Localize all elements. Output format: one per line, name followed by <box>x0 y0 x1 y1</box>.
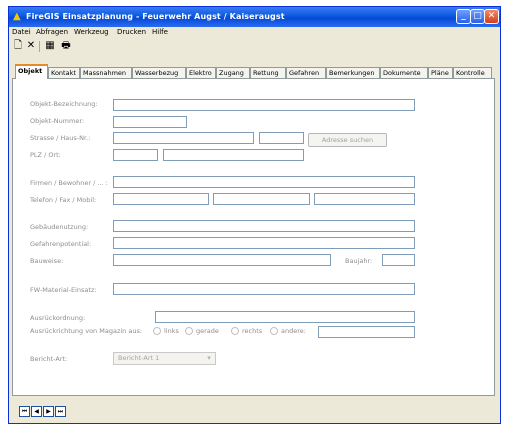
last-record-button[interactable]: ⏭ <box>55 406 66 417</box>
bauweise-input[interactable] <box>113 254 331 266</box>
strasse-input[interactable] <box>113 132 254 144</box>
label-ausrueckrichtung: Ausrückrichtung von Magazin aus: <box>30 327 143 335</box>
tab-kontakt[interactable]: Kontakt <box>48 67 80 78</box>
label-strasse: Strasse / Haus-Nr.: <box>30 134 91 142</box>
plz-input[interactable] <box>113 149 158 161</box>
fw-material-input[interactable] <box>113 283 415 295</box>
radio-rechts[interactable] <box>231 327 239 335</box>
label-ausrueckordnung: Ausrückordnung: <box>30 314 86 322</box>
radio-andere-label: andere: <box>281 327 306 335</box>
label-telefon: Telefon / Fax / Mobil: <box>30 196 97 204</box>
label-objekt-bezeichnung: Objekt-Bezeichnung: <box>30 100 98 108</box>
minimize-button[interactable]: _ <box>456 9 471 24</box>
radio-links-label: links <box>164 327 179 335</box>
label-gebaeudenutzung: Gebäudenutzung: <box>30 223 89 231</box>
app-flame-icon: ▲ <box>13 11 21 22</box>
bericht-art-value: Bericht-Art 1 <box>118 354 160 362</box>
toolbar-separator <box>39 41 40 52</box>
next-record-button[interactable]: ▶ <box>43 406 54 417</box>
adresse-suchen-button[interactable]: Adresse suchen <box>308 133 387 147</box>
mobil-input[interactable] <box>314 193 415 205</box>
label-bauweise: Bauweise: <box>30 257 64 265</box>
hausnummer-input[interactable] <box>259 132 304 144</box>
label-fw-material: FW-Material-Einsatz: <box>30 286 97 294</box>
tab-rettung[interactable]: Rettung <box>250 67 286 78</box>
tab-wasserbezug[interactable]: Wasserbezug <box>132 67 186 78</box>
chevron-down-icon: ▾ <box>207 354 211 362</box>
objekt-bezeichnung-input[interactable] <box>113 99 415 111</box>
gefahrenpotential-input[interactable] <box>113 237 415 249</box>
radio-gerade[interactable] <box>185 327 193 335</box>
tab-massnahmen[interactable]: Massnahmen <box>80 67 132 78</box>
menu-werkzeug[interactable]: Werkzeug <box>74 28 109 36</box>
delete-x-icon[interactable]: ✕ <box>25 40 37 52</box>
previous-record-button[interactable]: ◀ <box>31 406 42 417</box>
maximize-button[interactable]: □ <box>470 9 485 24</box>
first-record-button[interactable]: ⏮ <box>19 406 30 417</box>
title-bar[interactable]: ▲ FireGIS Einsatzplanung - Feuerwehr Aug… <box>9 7 500 27</box>
telefon-input[interactable] <box>113 193 209 205</box>
close-button[interactable]: ✕ <box>484 9 499 24</box>
radio-rechts-label: rechts <box>242 327 263 335</box>
tab-plaene[interactable]: Pläne <box>428 67 453 78</box>
new-document-icon[interactable]: 🗋 <box>12 40 24 52</box>
label-gefahrenpotential: Gefahrenpotential: <box>30 240 92 248</box>
andere-richtung-input[interactable] <box>318 326 415 338</box>
label-baujahr: Baujahr: <box>345 257 373 265</box>
radio-links[interactable] <box>153 327 161 335</box>
ausrueckordnung-input[interactable] <box>155 311 415 323</box>
radio-andere[interactable] <box>270 327 278 335</box>
label-bericht-art: Bericht-Art: <box>30 355 68 363</box>
tab-bemerkungen[interactable]: Bemerkungen <box>326 67 380 78</box>
label-objekt-nummer: Objekt-Nummer: <box>30 117 85 125</box>
tab-zugang[interactable]: Zugang <box>216 67 250 78</box>
toolbar: 🗋 ✕ ▦ 🖶 <box>9 40 500 54</box>
gebaeudenutzung-input[interactable] <box>113 220 415 232</box>
ort-input[interactable] <box>163 149 304 161</box>
menu-abfragen[interactable]: Abfragen <box>36 28 68 36</box>
window-title: FireGIS Einsatzplanung - Feuerwehr Augst… <box>26 12 285 21</box>
label-plz-ort: PLZ / Ort: <box>30 151 61 159</box>
firmen-input[interactable] <box>113 176 415 188</box>
radio-gerade-label: gerade <box>196 327 219 335</box>
label-firmen: Firmen / Bewohner / ... : <box>30 179 108 187</box>
tab-objekt[interactable]: Objekt <box>15 64 48 79</box>
menu-drucken[interactable]: Drucken <box>117 28 146 36</box>
menu-hilfe[interactable]: Hilfe <box>152 28 168 36</box>
tab-dokumente[interactable]: Dokumente <box>380 67 428 78</box>
tab-elektro[interactable]: Elektro <box>186 67 216 78</box>
tab-kontrolle[interactable]: Kontrolle <box>453 67 492 78</box>
printer-icon[interactable]: 🖶 <box>60 40 72 52</box>
table-list-icon[interactable]: ▦ <box>44 40 56 52</box>
fax-input[interactable] <box>213 193 310 205</box>
tab-gefahren[interactable]: Gefahren <box>286 67 326 78</box>
objekt-nummer-input[interactable] <box>113 116 187 128</box>
baujahr-input[interactable] <box>382 254 415 266</box>
menu-datei[interactable]: Datei <box>12 28 31 36</box>
bericht-art-select[interactable]: Bericht-Art 1 ▾ <box>113 352 216 365</box>
menu-bar: Datei Abfragen Werkzeug Drucken Hilfe <box>9 27 500 39</box>
